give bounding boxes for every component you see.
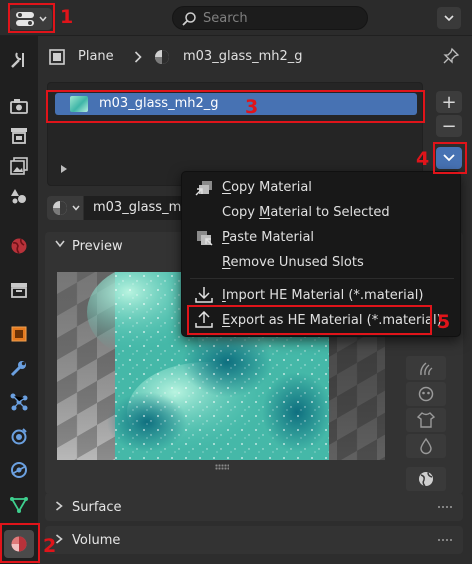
material-sphere-icon xyxy=(155,50,169,64)
drop-icon xyxy=(420,437,432,455)
annotation-number-3: 3 xyxy=(245,96,259,118)
annotation-number-5: 5 xyxy=(437,311,451,333)
panel-title-surface: Surface xyxy=(72,500,122,515)
annotation-number-4: 4 xyxy=(416,148,430,170)
menu-item-copy-material-to-selected[interactable]: Copy Material to Selected xyxy=(222,205,390,220)
wrench-icon xyxy=(10,361,26,377)
preview-fluid-button[interactable] xyxy=(406,434,446,458)
browse-material-button[interactable] xyxy=(47,196,83,220)
constraints-icon xyxy=(11,462,27,478)
annotation-box-3 xyxy=(46,90,425,123)
scene-icon xyxy=(11,189,26,204)
physics-icon xyxy=(11,428,27,445)
render-icon xyxy=(10,99,28,114)
search-input[interactable]: Search xyxy=(172,6,368,30)
drag-grip-icon[interactable] xyxy=(437,505,453,509)
tool-icon xyxy=(11,52,24,68)
preview-world-lighting-button[interactable] xyxy=(406,467,446,491)
annotation-number-1: 1 xyxy=(60,6,74,28)
preview-fur-button[interactable] xyxy=(406,356,446,380)
import-icon xyxy=(195,287,213,303)
search-icon xyxy=(182,12,196,26)
tab-data[interactable] xyxy=(4,490,34,518)
world-icon xyxy=(419,472,433,487)
surface-panel[interactable]: Surface xyxy=(45,493,463,521)
object-icon xyxy=(11,326,27,342)
world-icon xyxy=(11,238,27,254)
material-sphere-icon xyxy=(53,201,67,215)
tab-physics[interactable] xyxy=(4,422,34,450)
breadcrumb-material: m03_glass_mh2_g xyxy=(183,49,303,64)
preview-cloth-button[interactable] xyxy=(406,408,446,432)
menu-item-copy-material[interactable]: Copy Material xyxy=(222,180,312,195)
header-options-button[interactable] xyxy=(437,7,461,29)
collection-icon xyxy=(11,283,27,298)
menu-separator xyxy=(190,278,454,279)
copy-icon xyxy=(195,181,212,196)
monkey-icon xyxy=(418,386,434,402)
chevron-right-icon xyxy=(56,501,63,511)
output-icon xyxy=(11,128,27,144)
tab-tool[interactable] xyxy=(4,46,34,74)
menu-item-paste-material[interactable]: Paste Material xyxy=(222,230,314,245)
tab-collection[interactable] xyxy=(4,276,34,304)
search-placeholder: Search xyxy=(203,11,248,26)
tab-render[interactable] xyxy=(4,92,34,120)
paste-icon xyxy=(197,231,213,246)
remove-slot-button[interactable]: − xyxy=(436,115,462,137)
chevron-down-icon xyxy=(444,15,454,22)
tab-particles[interactable] xyxy=(4,388,34,416)
annotation-box-5 xyxy=(187,305,432,335)
menu-item-remove-unused-slots[interactable]: Remove Unused Slots xyxy=(222,255,364,270)
resize-grip-icon[interactable] xyxy=(215,464,229,470)
chevron-right-icon xyxy=(134,51,142,63)
add-slot-button[interactable]: + xyxy=(436,91,462,113)
material-name: m03_glass_m xyxy=(93,200,182,215)
tab-constraints[interactable] xyxy=(4,456,34,484)
object-data-icon xyxy=(49,49,65,65)
tab-output[interactable] xyxy=(4,122,34,150)
particles-icon xyxy=(10,393,28,411)
tab-object[interactable] xyxy=(4,320,34,348)
tab-scene[interactable] xyxy=(4,182,34,210)
view-layer-icon xyxy=(10,157,28,175)
hair-icon xyxy=(420,362,433,376)
drag-grip-icon[interactable] xyxy=(437,538,453,542)
annotation-number-2: 2 xyxy=(43,535,57,557)
breadcrumb-object: Plane xyxy=(78,49,114,64)
annotation-box-1 xyxy=(8,3,55,33)
annotation-box-2 xyxy=(0,523,40,563)
breadcrumb: Plane m03_glass_mh2_g xyxy=(38,44,472,70)
volume-panel[interactable]: Volume xyxy=(45,526,463,554)
panel-title-volume: Volume xyxy=(72,533,121,548)
chevron-down-icon[interactable] xyxy=(55,240,65,248)
panel-title-preview: Preview xyxy=(72,239,123,254)
tab-view-layer[interactable] xyxy=(4,152,34,180)
preview-monkey-button[interactable] xyxy=(406,382,446,406)
expand-triangle-icon[interactable] xyxy=(60,165,68,173)
menu-item-import-he-material[interactable]: Import HE Material (*.material) xyxy=(222,288,423,303)
mesh-data-icon xyxy=(10,497,28,513)
tab-modifiers[interactable] xyxy=(4,354,34,382)
pin-icon[interactable] xyxy=(442,47,460,65)
tab-world[interactable] xyxy=(4,232,34,260)
properties-tabs xyxy=(0,36,38,564)
shirt-icon xyxy=(416,412,436,428)
annotation-box-4 xyxy=(433,142,467,174)
chevron-down-icon xyxy=(72,205,80,211)
